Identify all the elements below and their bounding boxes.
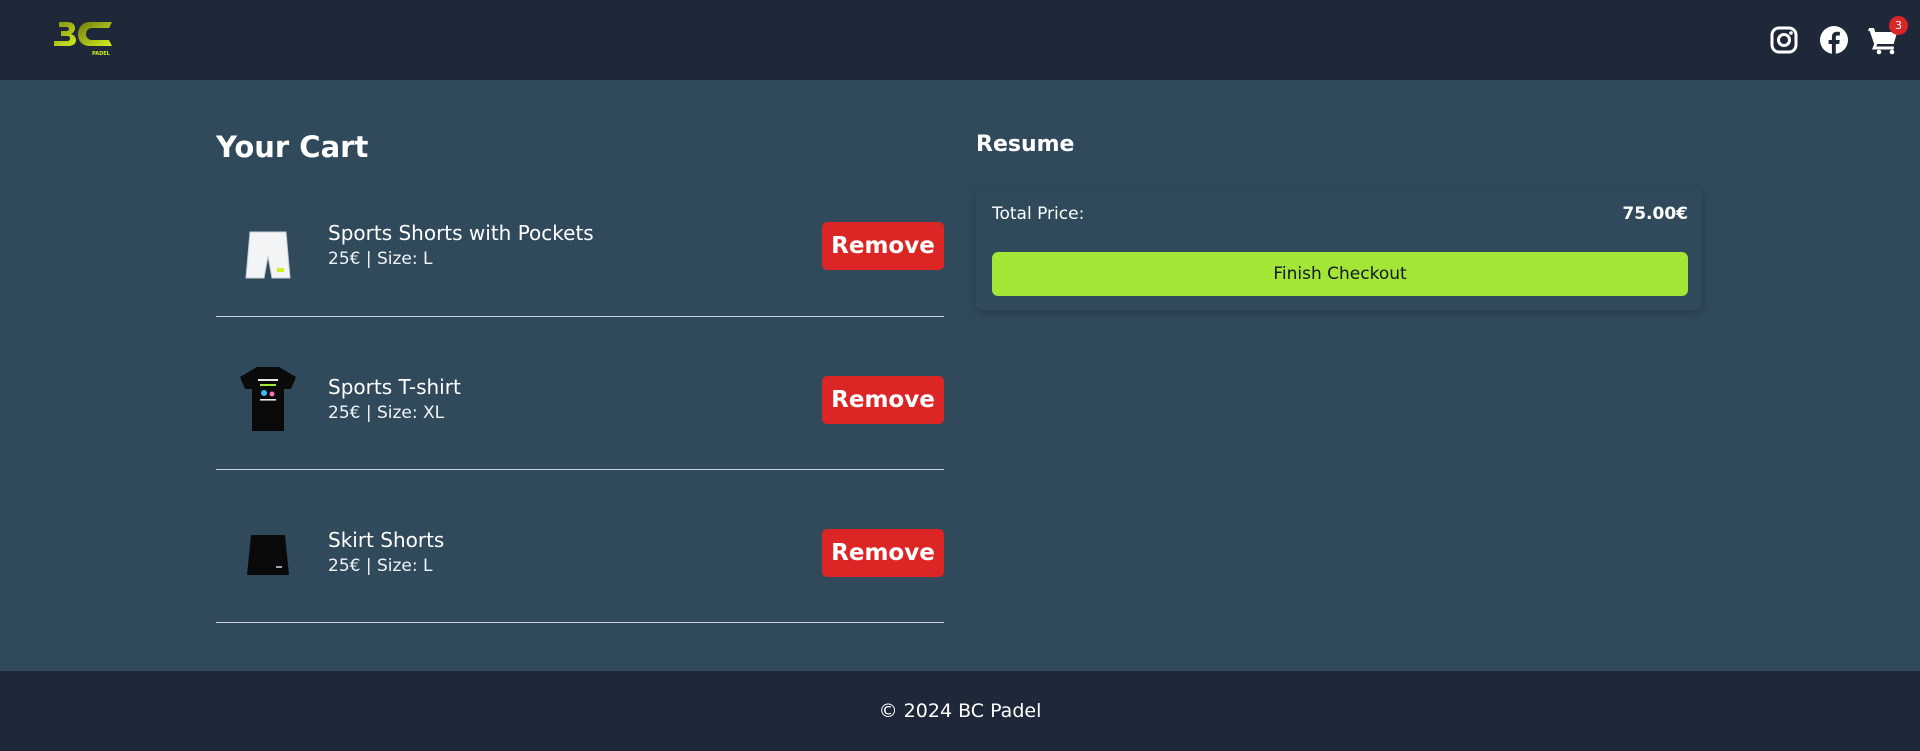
site-header: PADEL 3	[0, 0, 1920, 80]
cart-section: Your Cart Sports Shorts with Pockets 25€…	[216, 130, 944, 623]
resume-title: Resume	[976, 132, 1075, 157]
cart-icon[interactable]: 3	[1868, 16, 1908, 56]
product-image-skirt	[236, 520, 300, 592]
item-name: Skirt Shorts	[328, 528, 445, 552]
cart-item: Sports T-shirt 25€ | Size: XL Remove	[216, 317, 944, 470]
bc-padel-logo[interactable]: PADEL	[42, 18, 114, 60]
remove-button[interactable]: Remove	[822, 529, 944, 577]
cart-item-info: Sports Shorts with Pockets 25€ | Size: L	[328, 220, 594, 271]
product-image-shorts	[236, 220, 300, 292]
resume-section: Resume Total Price: 75.00€ Finish Checko…	[976, 130, 1702, 310]
site-footer: © 2024 BC Padel	[0, 671, 1920, 751]
facebook-icon[interactable]	[1818, 24, 1850, 56]
total-price-label: Total Price:	[992, 204, 1085, 224]
logo-subtext: PADEL	[92, 51, 111, 57]
cart-items: Sports Shorts with Pockets 25€ | Size: L…	[216, 184, 944, 623]
cart-count-badge: 3	[1889, 16, 1908, 35]
footer-copyright: © 2024 BC Padel	[878, 700, 1042, 722]
total-price-value: 75.00€	[1622, 204, 1688, 224]
cart-title: Your Cart	[216, 130, 369, 164]
cart-item-info: Sports T-shirt 25€ | Size: XL	[328, 374, 461, 425]
resume-card: Total Price: 75.00€ Finish Checkout	[976, 188, 1702, 310]
item-meta: 25€ | Size: XL	[328, 403, 445, 423]
item-name: Sports T-shirt	[328, 375, 461, 399]
finish-checkout-button[interactable]: Finish Checkout	[992, 252, 1688, 296]
remove-button[interactable]: Remove	[822, 222, 944, 270]
total-price-row: Total Price: 75.00€	[992, 202, 1688, 226]
item-meta: 25€ | Size: L	[328, 249, 433, 269]
instagram-icon[interactable]	[1768, 24, 1800, 56]
header-icons: 3	[1768, 16, 1908, 58]
cart-item: Skirt Shorts 25€ | Size: L Remove	[216, 470, 944, 623]
cart-item-info: Skirt Shorts 25€ | Size: L	[328, 527, 444, 578]
item-name: Sports Shorts with Pockets	[328, 221, 594, 245]
cart-item: Sports Shorts with Pockets 25€ | Size: L…	[216, 184, 944, 317]
remove-button[interactable]: Remove	[822, 376, 944, 424]
product-image-tshirt	[236, 363, 300, 435]
item-meta: 25€ | Size: L	[328, 556, 433, 576]
